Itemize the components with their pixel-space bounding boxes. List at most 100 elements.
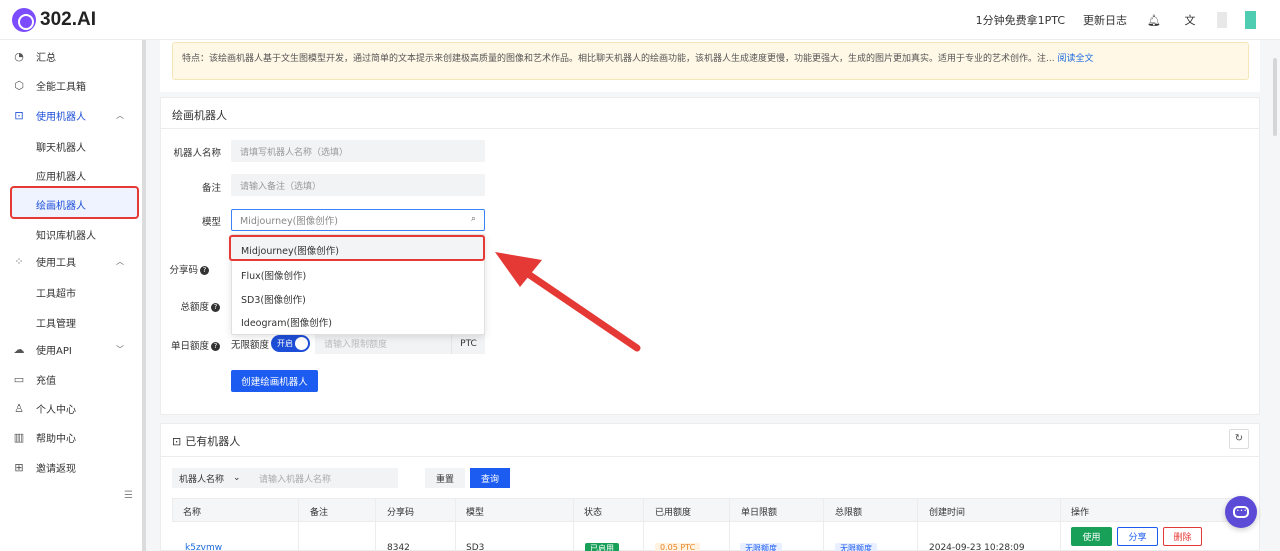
sidebar-item-label: 使用机器人 <box>36 111 86 123</box>
name-label: 机器人名称 <box>173 148 221 159</box>
unlimited-label: 无限额度 <box>231 340 270 351</box>
chevron-down-icon: ﹀ <box>116 344 124 354</box>
refresh-icon[interactable]: ↻ <box>1229 429 1249 449</box>
remark-label: 备注 <box>201 183 221 194</box>
robot-icon: ⊡ <box>14 108 24 122</box>
highlighted-option-label: Midjourney(图像创作) <box>241 246 339 257</box>
unlimited-toggle[interactable]: 开启 <box>271 335 310 352</box>
delete-button[interactable]: 删除 <box>1163 527 1202 546</box>
limit-placeholder: 请输入限制额度 <box>324 340 388 350</box>
column-header-total-limit: 总限额 <box>835 508 863 518</box>
share-code-cell: 8342 <box>387 543 410 551</box>
column-separator <box>729 498 730 551</box>
wallet-icon: ▭ <box>13 372 25 386</box>
book-icon: ▥ <box>13 430 25 444</box>
model-cell: SD3 <box>466 543 485 551</box>
changelog-link[interactable]: 更新日志 <box>1083 12 1127 28</box>
filter-field-select[interactable]: 机器人名称 ⌄ <box>172 468 250 488</box>
avatar[interactable] <box>1245 11 1256 29</box>
sidebar-item-use-robots[interactable]: ⊡ 使用机器人 ︿ <box>10 101 138 129</box>
model-select[interactable]: Midjourney(图像创作) ⌕ <box>231 209 485 231</box>
column-header-actions: 操作 <box>1071 508 1090 518</box>
chevron-up-icon: ︿ <box>116 256 124 266</box>
share-button[interactable]: 分享 <box>1117 527 1158 546</box>
column-header-name: 名称 <box>183 508 202 518</box>
reset-button[interactable]: 重置 <box>425 468 465 488</box>
query-button[interactable]: 查询 <box>470 468 510 488</box>
sidebar-item-chat-robot[interactable]: 聊天机器人 <box>36 139 86 154</box>
sidebar-item-summary[interactable]: ◔ 汇总 <box>10 42 138 70</box>
sidebar-item-label: 绘画机器人 <box>36 201 86 212</box>
sidebar-item-help[interactable]: ▥ 帮助中心 <box>10 423 138 451</box>
sidebar-item-label: 个人中心 <box>36 404 76 416</box>
sidebar-item-tool-manage[interactable]: 工具管理 <box>36 315 76 330</box>
daily-limit-input[interactable]: 请输入限制额度 <box>315 333 451 354</box>
model-option-sd3[interactable]: SD3(图像创作) <box>241 292 306 306</box>
dashboard-icon: ◔ <box>14 49 24 63</box>
feature-notice: 特点：该绘画机器人基于文生图模型开发，通过简单的文本提示来创建极高质量的图像和艺… <box>172 42 1249 80</box>
column-separator <box>1060 498 1061 551</box>
logo[interactable]: 302.AI <box>12 8 96 32</box>
column-separator <box>573 498 574 551</box>
filter-input[interactable]: 请输入机器人名称 <box>250 468 398 488</box>
model-option-ideogram[interactable]: Ideogram(图像创作) <box>241 315 332 329</box>
model-option-flux[interactable]: Flux(图像创作) <box>241 268 306 282</box>
model-value: Midjourney(图像创作) <box>240 216 338 227</box>
page-scrollbar[interactable] <box>1272 40 1278 551</box>
sidebar-item-tool-market[interactable]: 工具超市 <box>36 285 76 300</box>
use-button[interactable]: 使用 <box>1071 527 1112 546</box>
collapse-sidebar-icon[interactable]: ☰ <box>124 490 133 501</box>
status-badge: 已启用 <box>585 543 619 551</box>
sidebar-scrollbar[interactable] <box>142 40 146 551</box>
sidebar-item-app-robot[interactable]: 应用机器人 <box>36 168 86 183</box>
remark-input[interactable]: 请输入备注（选填） <box>231 174 485 196</box>
daily-label: 单日额度? <box>160 338 220 352</box>
read-more-link[interactable]: 阅读全文 <box>1057 54 1093 64</box>
sidebar-item-recharge[interactable]: ▭ 充值 <box>10 365 138 393</box>
highlighted-option[interactable]: Midjourney(图像创作) <box>229 235 485 261</box>
sidebar-item-draw-robot[interactable]: 绘画机器人 <box>10 186 139 219</box>
total-label: 总额度? <box>160 299 220 313</box>
name-input[interactable]: 请填写机器人名称（选填） <box>231 140 485 162</box>
help-icon: ? <box>211 342 220 351</box>
chat-support-button[interactable] <box>1225 496 1257 528</box>
list-title-text: 已有机器人 <box>185 435 241 448</box>
search-icon: ⌕ <box>470 214 476 224</box>
sidebar-item-use-tools[interactable]: ⁘ 使用工具 ︿ <box>10 247 138 275</box>
cube-icon: ⬡ <box>14 78 24 92</box>
create-draw-robot-button[interactable]: 创建绘画机器人 <box>231 370 318 392</box>
robot-name-link[interactable]: k5zvmw <box>185 543 222 551</box>
column-separator <box>823 498 824 551</box>
translate-icon[interactable]: 文 <box>1181 11 1199 29</box>
model-label: 模型 <box>201 217 221 228</box>
column-header-share-code: 分享码 <box>387 508 415 518</box>
sidebar-item-use-api[interactable]: ☁ 使用API ﹀ <box>10 335 138 363</box>
share-code-label: 分享码? <box>149 262 209 276</box>
robot-icon: ⊡ <box>172 434 182 448</box>
form-title: 绘画机器人 <box>172 109 227 122</box>
gift-icon: ⊞ <box>14 460 24 474</box>
chat-icon <box>1233 501 1249 518</box>
placeholder-box <box>1217 12 1227 28</box>
column-header-created: 创建时间 <box>929 508 966 518</box>
sidebar-item-label: 充值 <box>36 375 56 387</box>
created-cell: 2024-09-23 10:28:09 <box>929 543 1025 551</box>
column-header-remark: 备注 <box>310 508 329 518</box>
sidebar-item-label: 全能工具箱 <box>36 81 86 93</box>
cloud-icon: ☁ <box>13 342 25 356</box>
unit-suffix: PTC <box>451 333 485 354</box>
toggle-knob <box>295 337 308 350</box>
list-title: ⊡ 已有机器人 <box>172 433 240 449</box>
remark-placeholder: 请输入备注（选填） <box>240 181 322 192</box>
chevron-up-icon: ︿ <box>116 110 124 120</box>
bell-icon[interactable]: 🔔︎ <box>1145 11 1163 29</box>
sidebar-item-invite[interactable]: ⊞ 邀请返现 <box>10 453 138 481</box>
sidebar-item-profile[interactable]: ♙ 个人中心 <box>10 394 138 422</box>
logo-icon <box>12 8 36 32</box>
column-separator <box>917 498 918 551</box>
free-ptc-link[interactable]: 1分钟免费拿1PTC <box>976 12 1065 28</box>
sidebar-item-label: 使用工具 <box>36 257 76 269</box>
sidebar-item-toolbox[interactable]: ⬡ 全能工具箱 <box>10 71 138 99</box>
grid-icon: ⁘ <box>14 254 24 268</box>
sidebar-item-kb-robot[interactable]: 知识库机器人 <box>36 227 96 242</box>
